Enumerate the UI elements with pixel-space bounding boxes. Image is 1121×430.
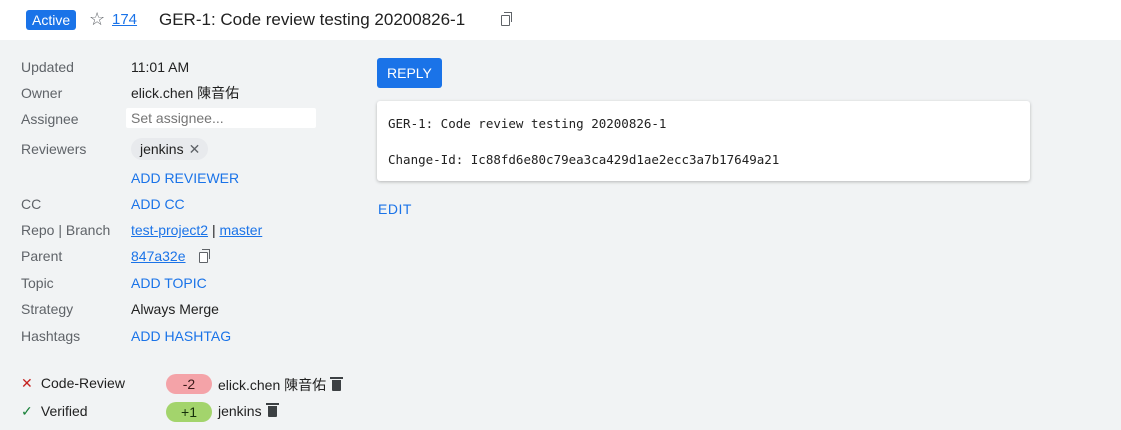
verified-voter: jenkins	[218, 403, 279, 419]
commit-message-change-id: Change-Id: Ic88fd6e80c79ea3ca429d1ae2ecc…	[388, 152, 780, 167]
code-review-voter-name: elick.chen 陳音佑	[218, 377, 327, 393]
repo-branch-label: Repo | Branch	[21, 222, 111, 238]
add-topic-button[interactable]: ADD TOPIC	[131, 274, 207, 292]
parent-label: Parent	[21, 248, 63, 264]
remove-reviewer-icon[interactable]: ✕	[189, 141, 201, 157]
change-subject: GER-1: Code review testing 20200826-1	[159, 10, 466, 29]
reply-button[interactable]: REPLY	[377, 58, 442, 88]
rejected-icon: ✕	[21, 375, 33, 391]
updated-value: 11:01 AM	[131, 59, 190, 75]
change-number-link[interactable]: 174	[112, 10, 137, 30]
check-icon: ✓	[21, 403, 33, 419]
strategy-value: Always Merge	[131, 301, 219, 317]
star-icon[interactable]: ☆	[89, 8, 105, 30]
edit-button[interactable]: EDIT	[378, 201, 412, 217]
reviewers-label: Reviewers	[21, 141, 87, 157]
cc-label: CC	[21, 196, 42, 212]
assignee-input[interactable]	[126, 108, 316, 128]
verified-label-text: Verified	[40, 403, 88, 419]
status-badge: Active	[26, 10, 77, 30]
copy-icon[interactable]	[199, 249, 210, 263]
strategy-label: Strategy	[21, 301, 74, 317]
commit-message-subject: GER-1: Code review testing 20200826-1	[388, 116, 667, 131]
owner-label: Owner	[21, 85, 63, 101]
code-review-label-text: Code-Review	[40, 375, 125, 391]
code-review-voter: elick.chen 陳音佑	[218, 375, 344, 395]
change-metadata: Updated 11:01 AM Owner elick.chen 陳音佑 As…	[0, 40, 360, 430]
branch-link[interactable]: master	[219, 222, 262, 238]
trash-icon[interactable]	[330, 377, 344, 391]
assignee-label: Assignee	[21, 111, 79, 127]
repo-link[interactable]: test-project2	[131, 222, 208, 238]
copy-icon[interactable]	[501, 12, 512, 26]
verified-label: ✓ Verified	[21, 403, 88, 420]
repo-branch-value: test-project2 | master	[131, 221, 262, 239]
owner-value[interactable]: elick.chen 陳音佑	[131, 84, 239, 102]
add-hashtag-button[interactable]: ADD HASHTAG	[131, 327, 231, 345]
updated-label: Updated	[21, 59, 74, 75]
change-header: Active ☆ 174 GER-1: Code review testing …	[0, 0, 1121, 40]
parent-commit-link[interactable]: 847a32e	[131, 247, 186, 265]
hashtags-label: Hashtags	[21, 328, 81, 344]
topic-label: Topic	[21, 275, 54, 291]
label-row-code-review: ✕ Code-Review -2 elick.chen 陳音佑	[21, 374, 361, 395]
verified-voter-name: jenkins	[218, 403, 262, 419]
trash-icon[interactable]	[265, 403, 279, 417]
repo-branch-separator: |	[211, 222, 216, 238]
add-cc-button[interactable]: ADD CC	[131, 195, 185, 213]
add-reviewer-button[interactable]: ADD REVIEWER	[131, 169, 239, 187]
code-review-label: ✕ Code-Review	[21, 375, 125, 392]
reviewer-chip[interactable]: jenkins ✕	[131, 138, 209, 160]
reviewer-chip-name: jenkins	[140, 141, 184, 157]
code-review-vote-badge: -2	[166, 374, 212, 394]
label-row-verified: ✓ Verified +1 jenkins	[21, 402, 361, 423]
verified-vote-badge: +1	[166, 402, 212, 422]
commit-message-box: GER-1: Code review testing 20200826-1 Ch…	[377, 101, 1030, 181]
